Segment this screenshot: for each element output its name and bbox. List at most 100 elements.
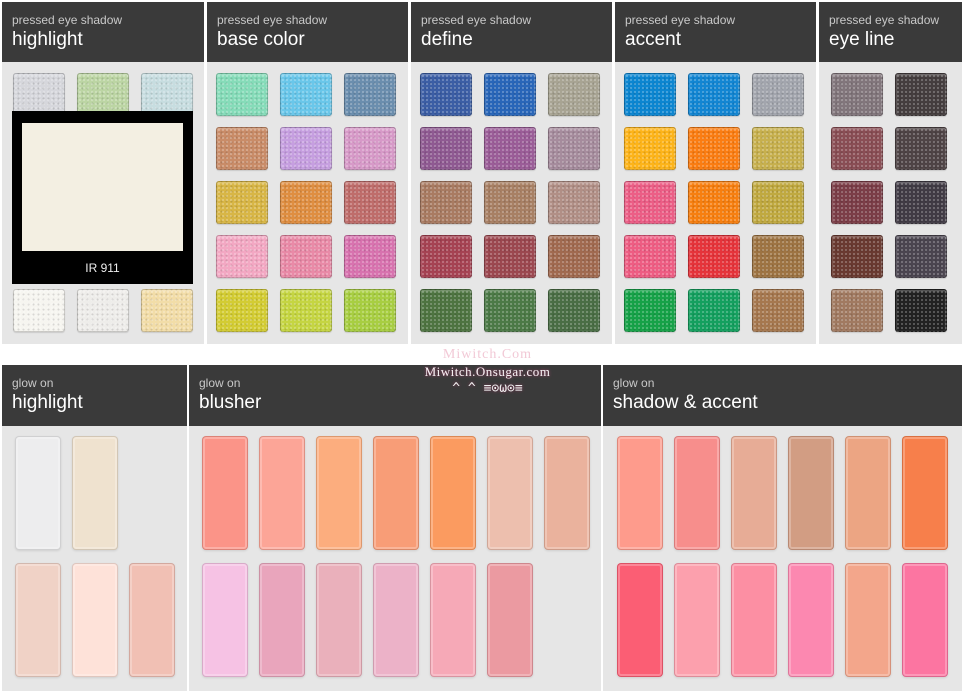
shadow-accent-pan[interactable] [731, 436, 777, 550]
eye-line-shade[interactable] [831, 127, 883, 170]
accent-shade[interactable] [688, 127, 740, 170]
base-color-shade[interactable] [216, 181, 268, 224]
shade-preview-popup: IR 911 [12, 111, 193, 284]
eye-line-shade[interactable] [895, 181, 947, 224]
base-color-shade[interactable] [216, 73, 268, 116]
blusher-pan[interactable] [316, 436, 362, 550]
blusher-pan[interactable] [487, 436, 533, 550]
panel-subtitle: glow on [12, 376, 54, 390]
shade-preview-label: IR 911 [85, 261, 120, 275]
define-shade[interactable] [484, 181, 536, 224]
accent-shade[interactable] [752, 235, 804, 278]
eye-line-shade[interactable] [831, 181, 883, 224]
panel-header: glow on highlight [2, 365, 187, 426]
accent-shade[interactable] [688, 235, 740, 278]
define-shade[interactable] [420, 235, 472, 278]
highlight-shade[interactable] [77, 289, 129, 332]
panel-subtitle: glow on [199, 376, 241, 390]
accent-shade[interactable] [624, 73, 676, 116]
glow-highlight-pan[interactable] [15, 436, 61, 550]
glow-highlight-pan[interactable] [15, 563, 61, 677]
blusher-pan[interactable] [430, 563, 476, 677]
base-color-shade[interactable] [280, 289, 332, 332]
define-shade[interactable] [548, 235, 600, 278]
highlight-shade[interactable] [141, 73, 193, 116]
eye-line-shade[interactable] [831, 73, 883, 116]
blusher-pan[interactable] [487, 563, 533, 677]
base-color-shade[interactable] [280, 127, 332, 170]
accent-shade[interactable] [752, 289, 804, 332]
eye-line-shade[interactable] [831, 289, 883, 332]
blusher-pan[interactable] [544, 436, 590, 550]
base-color-shade[interactable] [280, 73, 332, 116]
accent-shade[interactable] [688, 289, 740, 332]
accent-shade[interactable] [624, 127, 676, 170]
accent-shade[interactable] [752, 127, 804, 170]
accent-shade[interactable] [624, 235, 676, 278]
highlight-shade[interactable] [141, 289, 193, 332]
accent-shade[interactable] [624, 181, 676, 224]
glow-highlight-pan[interactable] [72, 436, 118, 550]
define-shade[interactable] [548, 289, 600, 332]
shadow-accent-pan[interactable] [902, 436, 948, 550]
define-shade[interactable] [420, 181, 472, 224]
blusher-pan[interactable] [202, 563, 248, 677]
define-shade[interactable] [420, 73, 472, 116]
eye-line-shade[interactable] [831, 235, 883, 278]
shadow-accent-pan[interactable] [617, 436, 663, 550]
highlight-shade[interactable] [77, 73, 129, 116]
define-shade[interactable] [548, 181, 600, 224]
base-color-shade[interactable] [344, 127, 396, 170]
shadow-accent-pan[interactable] [845, 563, 891, 677]
define-shade[interactable] [420, 127, 472, 170]
shadow-accent-pan[interactable] [731, 563, 777, 677]
base-color-shade[interactable] [344, 73, 396, 116]
accent-shade[interactable] [752, 181, 804, 224]
accent-shade[interactable] [688, 181, 740, 224]
panel-subtitle: pressed eye shadow [12, 13, 123, 27]
shadow-accent-pan[interactable] [788, 436, 834, 550]
base-color-shade[interactable] [280, 181, 332, 224]
blusher-pan[interactable] [259, 563, 305, 677]
panel-subtitle: pressed eye shadow [829, 13, 940, 27]
shadow-accent-pan[interactable] [674, 436, 720, 550]
glow-highlight-pan[interactable] [72, 563, 118, 677]
shadow-accent-pan[interactable] [788, 563, 834, 677]
blusher-pan[interactable] [430, 436, 476, 550]
base-color-shade[interactable] [216, 289, 268, 332]
base-color-shade[interactable] [344, 181, 396, 224]
define-shade[interactable] [484, 235, 536, 278]
blusher-pan[interactable] [202, 436, 248, 550]
define-shade[interactable] [484, 289, 536, 332]
shadow-accent-pan[interactable] [845, 436, 891, 550]
base-color-shade[interactable] [216, 235, 268, 278]
glow-highlight-pan[interactable] [129, 563, 175, 677]
shadow-accent-pan[interactable] [617, 563, 663, 677]
define-shade[interactable] [484, 73, 536, 116]
blusher-pan[interactable] [259, 436, 305, 550]
blusher-pan[interactable] [316, 563, 362, 677]
base-color-shade[interactable] [344, 235, 396, 278]
eye-line-shade[interactable] [895, 289, 947, 332]
eye-line-shade[interactable] [895, 235, 947, 278]
shadow-accent-pan[interactable] [674, 563, 720, 677]
accent-shade[interactable] [688, 73, 740, 116]
eye-line-shade[interactable] [895, 73, 947, 116]
panel-subtitle: pressed eye shadow [625, 13, 736, 27]
accent-shade[interactable] [752, 73, 804, 116]
define-shade[interactable] [548, 73, 600, 116]
define-shade[interactable] [484, 127, 536, 170]
eye-line-shade[interactable] [895, 127, 947, 170]
blusher-pan[interactable] [373, 436, 419, 550]
highlight-shade[interactable] [13, 73, 65, 116]
panel-title: eye line [829, 29, 895, 50]
base-color-shade[interactable] [344, 289, 396, 332]
blusher-pan[interactable] [373, 563, 419, 677]
shadow-accent-pan[interactable] [902, 563, 948, 677]
define-shade[interactable] [420, 289, 472, 332]
accent-shade[interactable] [624, 289, 676, 332]
base-color-shade[interactable] [216, 127, 268, 170]
base-color-shade[interactable] [280, 235, 332, 278]
highlight-shade[interactable] [13, 289, 65, 332]
define-shade[interactable] [548, 127, 600, 170]
